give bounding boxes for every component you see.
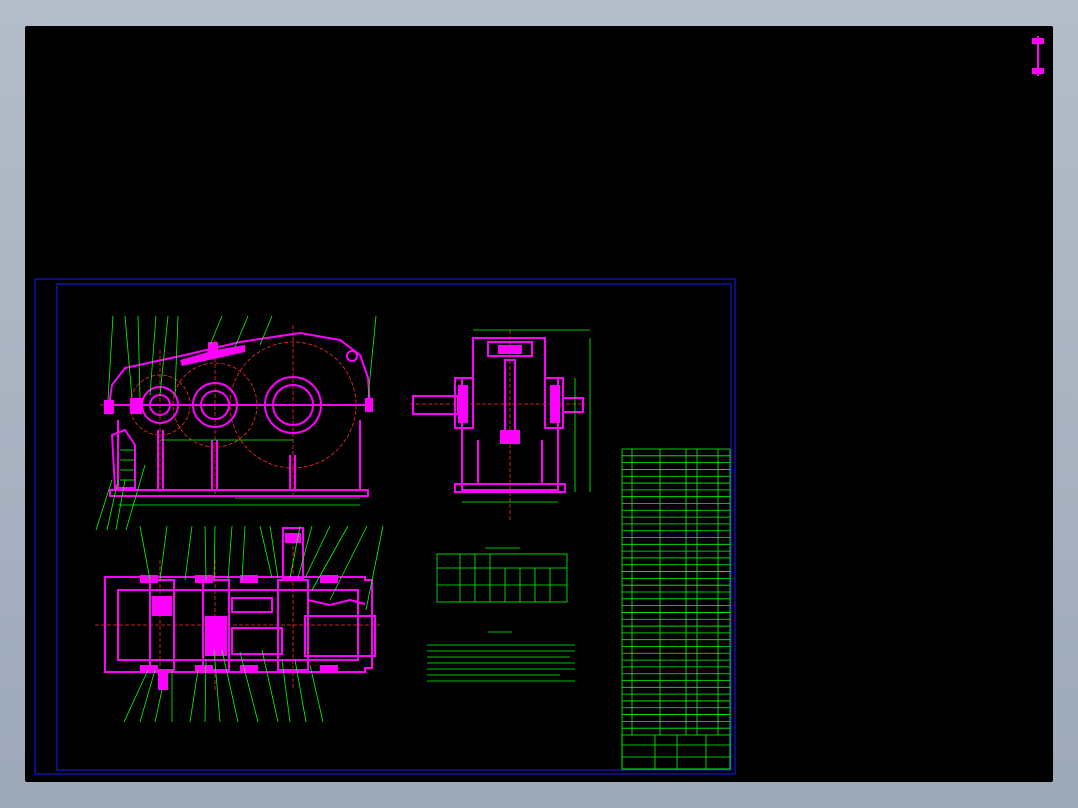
top-input-shaft — [158, 672, 168, 690]
side-view — [410, 329, 591, 520]
top-section-view — [95, 525, 384, 723]
cad-drawing — [34, 36, 1044, 775]
oil-drain-section — [110, 428, 136, 489]
parameter-table — [436, 547, 568, 603]
base-flange — [109, 489, 369, 497]
gear-section-1 — [152, 596, 172, 616]
input-shaft — [412, 395, 459, 415]
ucs-icon — [1032, 36, 1044, 76]
sheet-inner-border — [56, 283, 732, 771]
gear-section-2 — [205, 616, 227, 656]
gear-section-3 — [231, 627, 283, 655]
parts-list — [621, 448, 731, 770]
technical-requirements — [427, 631, 575, 682]
output-shaft — [562, 397, 584, 413]
top-housing-outline — [104, 576, 373, 673]
lifting-lug — [346, 350, 358, 362]
title-block — [621, 734, 731, 770]
front-view — [95, 315, 377, 531]
